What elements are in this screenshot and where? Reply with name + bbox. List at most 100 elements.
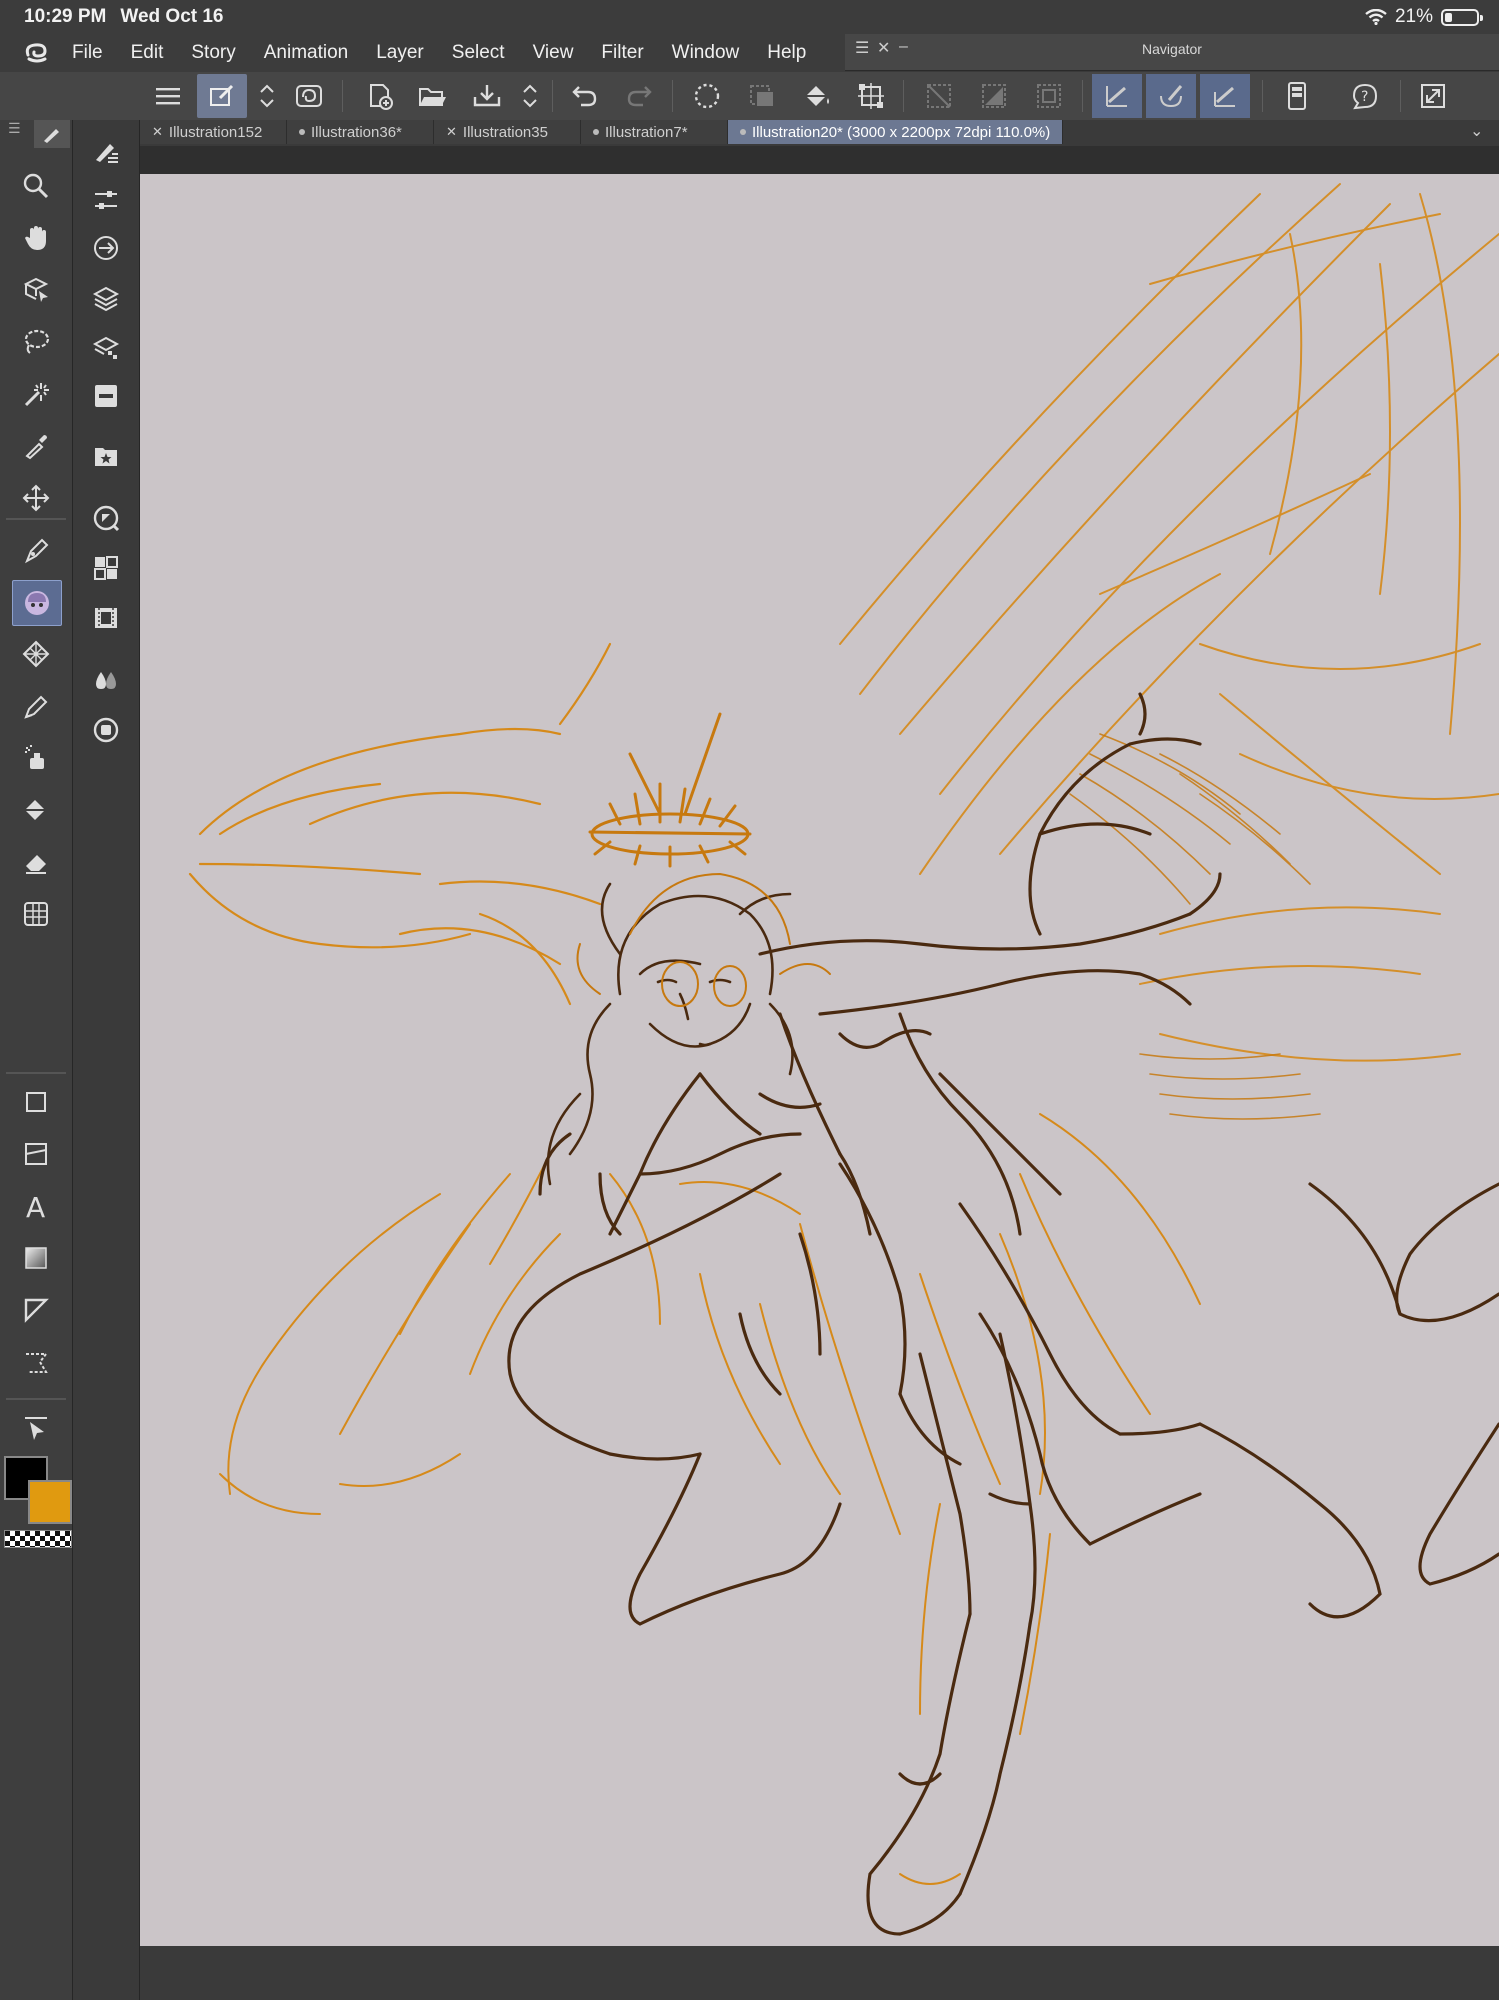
ruler-strip [140, 146, 1499, 174]
fill-icon[interactable] [792, 74, 842, 118]
eraser-icon[interactable] [12, 840, 60, 884]
device-icon[interactable] [1272, 74, 1322, 118]
battery-icon [1441, 8, 1483, 26]
hide-selection-icon[interactable] [914, 74, 964, 118]
gradient-icon[interactable] [12, 1236, 60, 1280]
tab-label: Illustration152 [168, 123, 263, 141]
hand-icon[interactable] [12, 216, 60, 260]
updown-icon[interactable] [516, 74, 544, 118]
navigator-icon[interactable] [82, 496, 130, 540]
document-tab[interactable]: ✕ Illustration35 [434, 120, 581, 144]
document-tab[interactable]: Illustration20* (3000 x 2200px 72dpi 110… [728, 120, 1064, 144]
status-bar: 10:29 PM Wed Oct 16 21% [0, 0, 1499, 34]
deselect-icon[interactable] [682, 74, 732, 118]
menu-animation[interactable]: Animation [250, 34, 363, 72]
layer-property-palette-icon[interactable] [82, 326, 130, 370]
brush-icon[interactable] [1146, 74, 1196, 118]
brush-tool-icon[interactable] [12, 580, 62, 626]
menu-items: File Edit Story Animation Layer Select View Fil… [58, 34, 820, 72]
tool-palette: ☰ A [0, 120, 73, 2000]
pen-alt-icon[interactable] [12, 684, 60, 728]
figure-icon[interactable] [12, 1080, 60, 1124]
history-icon[interactable] [82, 708, 130, 752]
stabilizer-icon[interactable] [1200, 74, 1250, 118]
menu-help[interactable]: Help [753, 34, 820, 72]
undo-icon[interactable] [560, 74, 610, 118]
zoom-icon[interactable] [12, 164, 60, 208]
transform-icon[interactable] [846, 74, 896, 118]
sub-color-swatch[interactable] [28, 1480, 72, 1524]
unsaved-dot-icon [593, 129, 599, 135]
fullscreen-icon[interactable] [1408, 74, 1458, 118]
palette-menu-icon[interactable]: ☰ [8, 120, 21, 137]
material-icon[interactable] [82, 434, 130, 478]
open-file-icon[interactable] [408, 74, 458, 118]
new-file-icon[interactable] [355, 74, 405, 118]
unsaved-dot-icon [299, 129, 305, 135]
close-tab-icon[interactable]: ✕ [446, 124, 457, 140]
menu-layer[interactable]: Layer [362, 34, 438, 72]
clear-icon[interactable] [737, 74, 787, 118]
snap-ruler-icon[interactable] [969, 74, 1019, 118]
tabs-dropdown-chevron-icon[interactable]: ⌄ [1470, 121, 1489, 141]
color-slider-icon[interactable] [82, 226, 130, 270]
status-time: 10:29 PM [24, 6, 107, 27]
airbrush-icon[interactable] [12, 736, 60, 780]
timeline-icon[interactable] [82, 596, 130, 640]
pen-pressure-icon[interactable] [1092, 74, 1142, 118]
svg-text:?: ? [1361, 89, 1368, 105]
drawing-canvas[interactable] [140, 174, 1499, 1946]
item-bank-icon[interactable] [82, 546, 130, 590]
document-tab[interactable]: ✕ Illustration152 [140, 120, 287, 144]
menu-view[interactable]: View [519, 34, 588, 72]
angel-sketch-artwork [188, 183, 1499, 1936]
redo-icon[interactable] [614, 74, 664, 118]
lasso-icon[interactable] [12, 320, 60, 364]
menu-icon[interactable] [143, 74, 193, 118]
command-bar: ? [0, 72, 1499, 121]
balloon-icon[interactable] [12, 1340, 60, 1384]
eyedropper-icon[interactable] [12, 424, 60, 468]
move-icon[interactable] [12, 476, 60, 520]
transparent-color-swatch[interactable] [4, 1530, 72, 1548]
tab-label: Illustration20* (3000 x 2200px 72dpi 110… [752, 123, 1051, 141]
menu-window[interactable]: Window [658, 34, 754, 72]
menu-story[interactable]: Story [177, 34, 249, 72]
text-icon[interactable]: A [12, 1184, 60, 1228]
close-tab-icon[interactable]: ✕ [152, 124, 163, 140]
selector-icon[interactable] [12, 1406, 60, 1450]
menu-filter[interactable]: Filter [587, 34, 657, 72]
lasso-fill-icon[interactable] [284, 74, 334, 118]
operation-icon[interactable] [12, 268, 60, 312]
menu-edit[interactable]: Edit [117, 34, 178, 72]
decoration-icon[interactable] [12, 632, 60, 676]
blend-icon[interactable] [12, 892, 60, 936]
snap-grid-icon[interactable] [1024, 74, 1074, 118]
svg-text:A: A [26, 1192, 45, 1220]
help-icon[interactable]: ? [1340, 74, 1390, 118]
layer-search-icon[interactable] [82, 374, 130, 418]
status-right: 21% [1365, 0, 1483, 34]
menu-bar: File Edit Story Animation Layer Select View Fil… [0, 34, 845, 72]
frame-icon[interactable] [12, 1132, 60, 1176]
layer-property-icon[interactable] [197, 74, 247, 118]
tool-property-icon[interactable] [82, 130, 130, 174]
updown-icon[interactable] [253, 74, 281, 118]
sub-tool-icon[interactable] [82, 178, 130, 222]
tab-label: Illustration7* [605, 123, 688, 141]
document-tab[interactable]: Illustration7* [581, 120, 728, 144]
clip-studio-logo-icon[interactable] [16, 34, 58, 72]
document-tab[interactable]: Illustration36* [287, 120, 434, 144]
menu-select[interactable]: Select [438, 34, 519, 72]
wifi-icon [1365, 9, 1387, 25]
magic-wand-icon[interactable] [12, 372, 60, 416]
layer-icon[interactable] [82, 276, 130, 320]
pen-icon[interactable] [12, 528, 60, 572]
ruler-icon[interactable] [12, 1288, 60, 1332]
battery-percent: 21% [1394, 6, 1433, 27]
color-set-icon[interactable] [82, 658, 130, 702]
fill-bucket-icon[interactable] [12, 788, 60, 832]
menu-file[interactable]: File [58, 34, 117, 72]
save-icon[interactable] [462, 74, 512, 118]
tool-pen-small-icon[interactable] [34, 120, 70, 148]
